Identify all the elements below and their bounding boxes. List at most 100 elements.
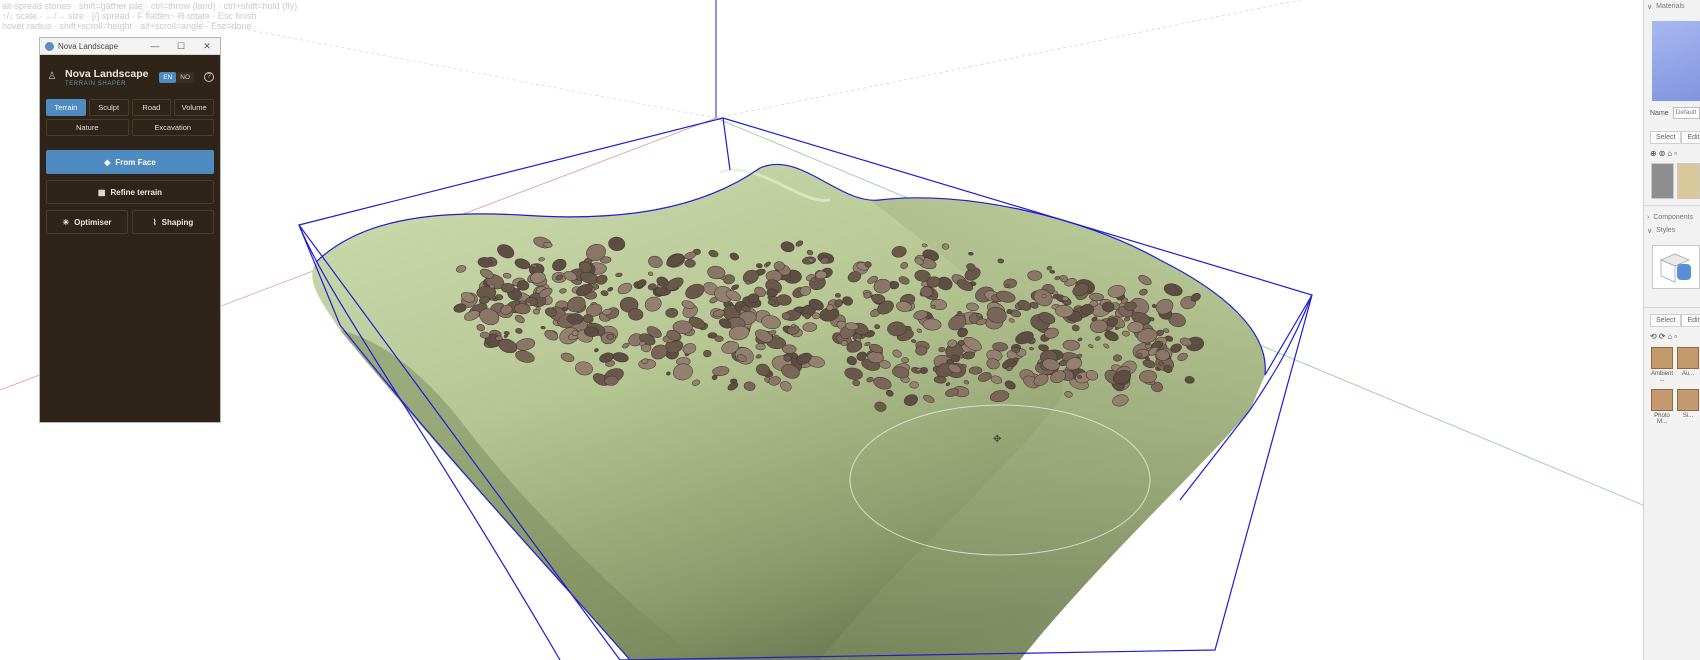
hint-line-3: hover radius · shift+scroll=height · alt… [2,21,252,31]
rock [767,299,776,306]
components-header[interactable]: › Components [1644,211,1700,224]
details-icon[interactable]: ▫ [1674,332,1677,341]
from-face-label: From Face [115,157,156,167]
terrain-scene[interactable]: ✥ [0,0,1643,660]
rock [703,350,712,358]
rock [834,293,841,298]
forward-icon[interactable]: ⟳ [1659,332,1666,341]
tab-edit[interactable]: Edit [1681,314,1700,327]
style-cube-icon [1660,253,1691,283]
home-icon[interactable]: ⌂ [1667,149,1672,158]
rock [1012,357,1019,363]
styles-toolbar: ⟲ ⟳ ⌂ ▫ [1650,332,1700,341]
rock [938,347,946,353]
app-icon [45,41,54,51]
material-thumbnails [1651,163,1700,199]
style-item[interactable]: Ambient ... [1650,347,1674,383]
material-thumb[interactable] [1651,163,1674,199]
rock [1151,304,1157,308]
rock [887,321,907,337]
material-thumb[interactable] [1677,163,1700,199]
rock [1061,296,1069,302]
chart-line-icon: ⌇ [152,217,157,227]
optimiser-label: Optimiser [74,217,112,227]
rock [812,312,821,320]
chevron-right-icon: › [1647,214,1650,221]
tab-excavation[interactable]: Excavation [131,119,214,136]
style-item[interactable]: Photo M... [1650,389,1674,425]
rock [909,381,919,389]
chevron-down-icon: ∨ [1647,227,1653,235]
style-items-row-1: Ambient ... Au... [1650,347,1700,383]
rock [500,282,515,293]
style-items-row-2: Photo M... Si... [1650,389,1700,425]
3d-viewport[interactable]: ✥ alt-spread stones · shift=gather pile … [0,0,1643,660]
maximize-button[interactable]: ☐ [168,38,194,55]
rock [802,322,818,332]
window-title: Nova Landscape [58,41,119,51]
rock [1113,354,1122,362]
home-icon[interactable]: ⌂ [1667,332,1672,341]
rock [684,259,696,268]
plugin-titlebar[interactable]: Nova Landscape — ☐ ✕ [40,38,220,55]
rock [1006,309,1013,315]
rock [997,258,1005,264]
close-button[interactable]: ✕ [194,38,220,55]
rock [665,308,679,318]
chevron-down-icon: ∨ [1647,3,1653,11]
rock [901,357,909,364]
rock [930,304,936,309]
globe-icon[interactable]: ⊕ [1650,149,1657,158]
sparkle-icon: ✳ [62,217,70,227]
minimize-button[interactable]: — [142,38,168,55]
hint-line-2: ↑/↓ scale · ←/→ size · [/] spread · F fl… [2,11,257,21]
divider [1644,307,1700,308]
rock [492,297,498,302]
refine-terrain-button[interactable]: ▦ Refine terrain [46,180,214,204]
tab-nature[interactable]: Nature [46,119,129,136]
style-preview [1652,245,1700,289]
lang-en-button[interactable]: EN [159,71,177,83]
shaping-label: Shaping [161,217,194,227]
styles-header[interactable]: ∨ Styles [1644,224,1700,237]
rock [782,344,797,354]
tool-tabs-row2: Nature Excavation [40,116,220,136]
plugin-subtitle: TERRAIN SHAPER [65,80,127,87]
style-item[interactable]: Si... [1676,389,1700,425]
help-icon[interactable]: ? [204,72,214,82]
back-icon[interactable]: ⟲ [1650,332,1657,341]
plugin-window: Nova Landscape — ☐ ✕ ♙ Nova Landscape TE… [39,37,221,423]
tab-edit[interactable]: Edit [1681,131,1700,144]
material-name-input[interactable]: Default [1672,107,1700,119]
plugin-name: Nova Landscape [65,67,149,80]
rock [756,263,763,269]
tab-select[interactable]: Select [1650,314,1682,327]
tab-terrain[interactable]: Terrain [46,99,86,116]
lang-no-button[interactable]: NO [176,71,194,83]
tab-select[interactable]: Select [1650,131,1682,144]
tab-road[interactable]: Road [131,99,172,116]
tool-tabs: Terrain Sculpt Road Volume [40,91,220,116]
model-icon[interactable]: ⊚ [1659,149,1666,158]
rock [489,284,495,289]
name-label: Name [1650,109,1669,117]
axis-dotted-1 [715,0,1301,119]
materials-toolbar: ⊕ ⊚ ⌂ ▫ [1650,149,1700,158]
optimiser-button[interactable]: ✳ Optimiser [46,210,128,234]
material-preview-swatch [1652,21,1700,101]
rock [915,345,928,356]
materials-header[interactable]: ∨ Materials [1644,0,1700,13]
rock [941,243,950,250]
rock [745,280,751,285]
materials-tabs: Select Edit [1650,131,1700,144]
details-icon[interactable]: ▫ [1674,149,1677,158]
style-item[interactable]: Au... [1676,347,1700,383]
rock [795,307,805,313]
person-icon: ♙ [47,71,57,82]
layers-icon: ◈ [104,157,111,167]
from-face-button[interactable]: ◈ From Face [46,150,214,174]
tab-volume[interactable]: Volume [174,99,214,116]
tab-sculpt[interactable]: Sculpt [88,99,129,116]
divider [1644,205,1700,206]
shaping-button[interactable]: ⌇ Shaping [132,210,214,234]
